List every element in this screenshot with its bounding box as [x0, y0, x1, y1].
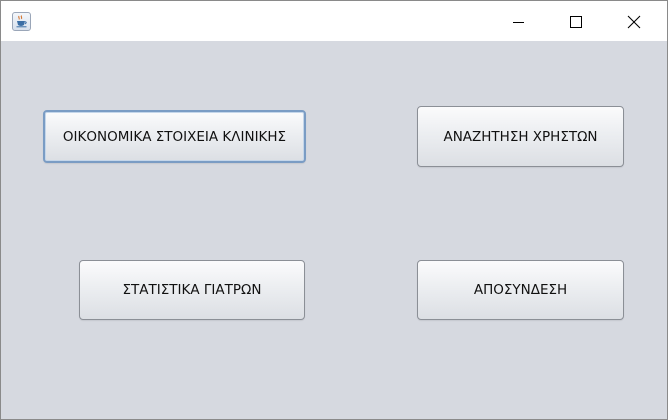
- close-button[interactable]: [605, 1, 663, 41]
- logout-button[interactable]: ΑΠΟΣΥΝΔΕΣΗ: [417, 260, 624, 320]
- search-users-button[interactable]: ΑΝΑΖΗΤΗΣΗ ΧΡΗΣΤΩΝ: [417, 106, 624, 167]
- main-panel: ΟΙΚΟΝΟΜΙΚΑ ΣΤΟΙΧΕΙΑ ΚΛΙΝΙΚΗΣ ΑΝΑΖΗΤΗΣΗ Χ…: [1, 41, 667, 419]
- doctor-statistics-button[interactable]: ΣΤΑΤΙΣΤΙΚΑ ΓΙΑΤΡΩΝ: [79, 260, 305, 320]
- close-icon: [627, 15, 641, 29]
- java-coffee-cup-icon[interactable]: [12, 12, 31, 31]
- financial-data-button[interactable]: ΟΙΚΟΝΟΜΙΚΑ ΣΤΟΙΧΕΙΑ ΚΛΙΝΙΚΗΣ: [43, 110, 306, 163]
- title-bar[interactable]: [1, 1, 667, 41]
- app-window: ΟΙΚΟΝΟΜΙΚΑ ΣΤΟΙΧΕΙΑ ΚΛΙΝΙΚΗΣ ΑΝΑΖΗΤΗΣΗ Χ…: [0, 0, 668, 420]
- minimize-icon: [513, 22, 524, 23]
- maximize-button[interactable]: [547, 1, 605, 41]
- minimize-button[interactable]: [490, 1, 548, 41]
- maximize-icon: [570, 16, 582, 28]
